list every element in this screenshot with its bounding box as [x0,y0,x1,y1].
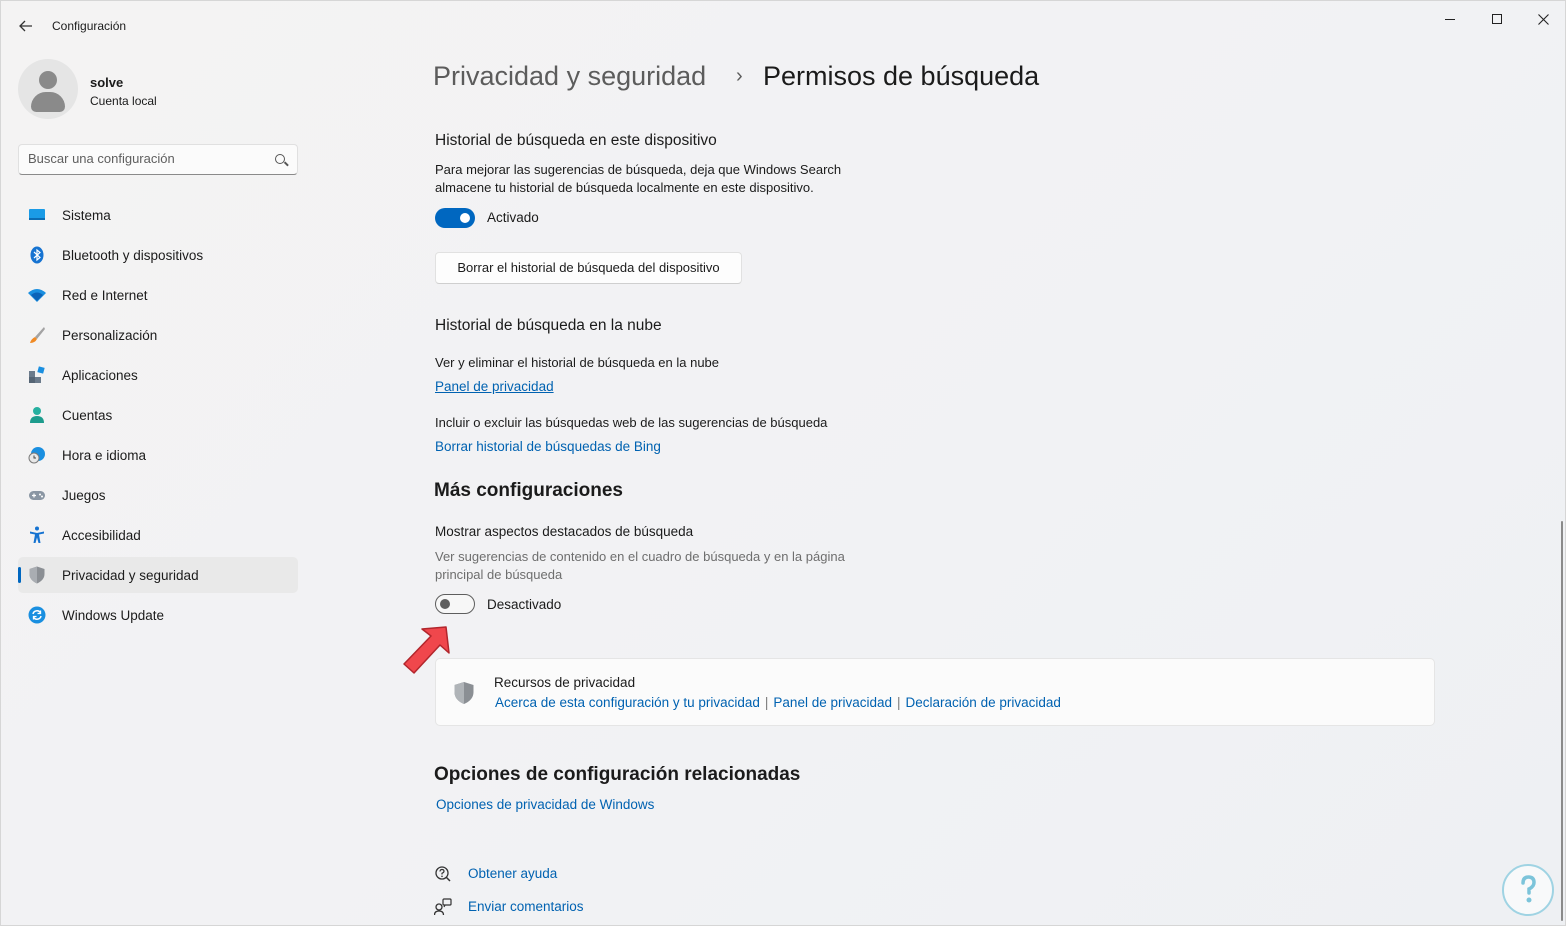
search-highlights-description: Ver sugerencias de contenido en el cuadr… [435,549,845,582]
app-title: Configuración [52,19,127,33]
device-history-title: Historial de búsqueda en este dispositiv… [435,132,717,149]
watermark-logo-icon [1502,864,1554,916]
cloud-history-include-text: Incluir o excluir las búsquedas web de l… [435,415,828,430]
accessibility-icon [30,526,44,543]
sidebar-item-label: Aplicaciones [62,367,138,383]
sidebar-item-privacidad[interactable]: Privacidad y seguridad [18,557,298,593]
sidebar-item-accesibilidad[interactable]: Accesibilidad [18,517,298,553]
search-box[interactable] [18,144,298,175]
device-history-toggle[interactable] [435,208,475,228]
link-separator: | [897,695,901,710]
search-highlights-toggle-label: Desactivado [487,597,562,612]
sidebar-item-label: Sistema [62,207,111,223]
sidebar-item-juegos[interactable]: Juegos [18,477,298,513]
more-settings-heading: Más configuraciones [434,480,623,501]
send-feedback-link[interactable]: Enviar comentarios [468,899,584,914]
cloud-history-title: Historial de búsqueda en la nube [435,317,662,334]
privacy-dashboard-link[interactable]: Panel de privacidad [773,695,892,710]
system-icon [29,209,45,220]
close-button[interactable] [1520,7,1566,31]
privacy-resources-card: Recursos de privacidad Acerca de esta co… [435,658,1435,726]
privacy-resources-title: Recursos de privacidad [494,675,636,690]
sidebar-item-label: Red e Internet [62,287,148,303]
close-icon [1537,13,1549,25]
sidebar-item-label: Personalización [62,327,158,343]
cloud-history-view-text: Ver y eliminar el historial de búsqueda … [435,355,720,370]
device-history-description: Para mejorar las sugerencias de búsqueda… [435,162,842,195]
avatar-head [39,71,57,89]
sidebar-item-label: Hora e idioma [62,447,147,463]
minimize-icon [1445,18,1455,20]
search-highlights-title: Mostrar aspectos destacados de búsqueda [435,524,694,539]
avatar-body [31,92,65,112]
windows-privacy-options-link[interactable]: Opciones de privacidad de Windows [436,797,654,812]
bluetooth-icon [30,246,44,264]
shield-icon [29,566,45,584]
sidebar-item-red[interactable]: Red e Internet [18,277,298,313]
arrow-left-icon [19,20,32,32]
maximize-button[interactable] [1474,7,1520,31]
shield-icon [454,682,474,704]
sidebar-item-hora[interactable]: Hora e idioma [18,437,298,473]
privacy-dashboard-link[interactable]: Panel de privacidad [435,379,554,394]
link-separator: | [764,695,769,710]
toggle-knob [440,599,450,609]
apps-icon [29,366,45,383]
help-icon [435,866,451,882]
avatar[interactable] [18,59,78,119]
sidebar-item-bluetooth[interactable]: Bluetooth y dispositivos [18,237,298,273]
clear-device-history-button[interactable]: Borrar el historial de búsqueda del disp… [435,252,742,284]
search-input[interactable] [28,151,268,166]
wifi-icon [28,289,46,302]
account-type: Cuenta local [90,94,157,108]
sidebar-item-label: Cuentas [62,407,113,423]
title-bar: Configuración [1,1,1565,51]
sidebar-item-label: Bluetooth y dispositivos [62,247,204,263]
search-highlights-toggle[interactable] [435,594,475,614]
sidebar-item-label: Privacidad y seguridad [62,567,199,583]
get-help-link[interactable]: Obtener ayuda [468,866,557,881]
sidebar-item-label: Juegos [62,487,106,503]
back-button[interactable] [13,13,39,39]
sidebar-item-personalizacion[interactable]: Personalización [18,317,298,353]
feedback-icon [434,898,452,916]
sidebar-item-sistema[interactable]: Sistema [18,197,298,233]
device-history-toggle-label: Activado [487,210,539,225]
gamepad-icon [29,491,45,500]
brush-icon [30,327,45,343]
toggle-knob [460,213,470,223]
related-settings-heading: Opciones de configuración relacionadas [434,764,801,785]
clear-bing-history-link[interactable]: Borrar historial de búsquedas de Bing [435,439,661,454]
about-privacy-link[interactable]: Acerca de esta configuración y tu privac… [495,695,760,710]
minimize-button[interactable] [1427,7,1473,31]
account-icon [30,407,44,423]
maximize-icon [1492,14,1502,24]
scrollbar[interactable] [1561,521,1563,921]
user-name: solve [90,75,124,90]
sidebar-item-windows-update[interactable]: Windows Update [18,597,298,633]
update-icon [28,606,46,624]
sidebar-item-aplicaciones[interactable]: Aplicaciones [18,357,298,393]
sidebar-item-label: Accesibilidad [62,527,141,543]
settings-window: Configuración solve Cuenta local Sistema… [0,0,1566,926]
clock-globe-icon [28,447,45,464]
sidebar-item-label: Windows Update [62,607,165,623]
breadcrumb-separator: › [736,65,743,87]
sidebar-nav: Sistema Bluetooth y dispositivos Red e I… [18,197,298,637]
breadcrumb-parent[interactable]: Privacidad y seguridad [433,61,706,92]
sidebar-item-cuentas[interactable]: Cuentas [18,397,298,433]
privacy-statement-link[interactable]: Declaración de privacidad [906,695,1061,710]
search-icon[interactable] [275,154,285,164]
page-title: Permisos de búsqueda [763,61,1040,91]
privacy-resources-links: Acerca de esta configuración y tu privac… [495,695,1061,710]
